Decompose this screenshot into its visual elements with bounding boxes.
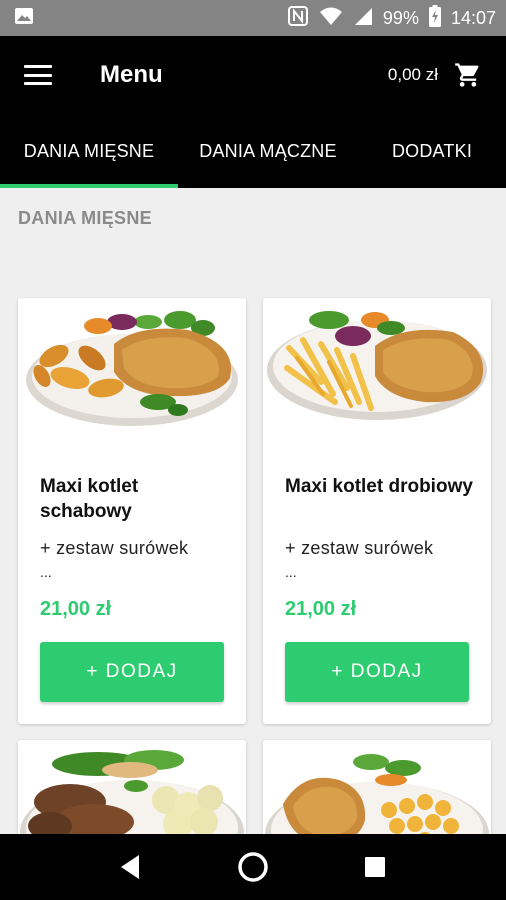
clock: 14:07 — [450, 7, 496, 28]
image-icon — [14, 6, 34, 31]
tab-dania-miesne[interactable]: DANIA MIĘSNE — [0, 114, 178, 188]
home-icon[interactable] — [233, 847, 273, 887]
product-card[interactable]: Maxi kotlet drobiowy + zestaw surówek ..… — [263, 298, 491, 724]
product-name: Maxi kotlet drobiowy — [285, 476, 473, 497]
product-description-more: ... — [285, 564, 297, 580]
product-card[interactable]: Maxi kotlet schabowy + zestaw surówek ..… — [18, 298, 246, 724]
add-button[interactable]: + DODAJ — [40, 642, 224, 702]
status-bar: 99% 14:07 — [0, 0, 506, 36]
add-button[interactable]: + DODAJ — [285, 642, 469, 702]
product-name: Maxi kotlet schabowy — [40, 476, 139, 522]
recents-icon[interactable] — [355, 847, 395, 887]
system-nav-bar — [0, 834, 506, 900]
product-description-more: ... — [40, 564, 52, 580]
back-icon[interactable] — [111, 847, 151, 887]
product-price: 21,00 zł — [285, 598, 357, 620]
page-title: Menu — [100, 61, 163, 88]
app-bar: Menu 0,00 zł — [0, 36, 506, 114]
tab-dodatki[interactable]: DODATKI — [358, 114, 506, 188]
wifi-icon — [319, 6, 343, 31]
product-description: + zestaw surówek — [285, 538, 434, 558]
battery-level: 99% — [382, 7, 419, 28]
section-title: DANIA MIĘSNE — [18, 208, 152, 228]
tab-dania-maczne[interactable]: DANIA MĄCZNE — [178, 114, 358, 188]
product-image — [263, 298, 491, 448]
nfc-icon — [287, 5, 309, 32]
menu-icon[interactable] — [24, 65, 52, 85]
cart-total: 0,00 zł — [387, 65, 438, 84]
signal-icon — [353, 6, 373, 31]
cart-icon[interactable] — [454, 61, 482, 89]
product-description: + zestaw surówek — [40, 538, 189, 558]
category-tabs: DANIA MIĘSNE DANIA MĄCZNE DODATKI — [0, 114, 506, 188]
product-image — [18, 298, 246, 448]
battery-icon — [428, 4, 441, 32]
product-price: 21,00 zł — [40, 598, 112, 620]
